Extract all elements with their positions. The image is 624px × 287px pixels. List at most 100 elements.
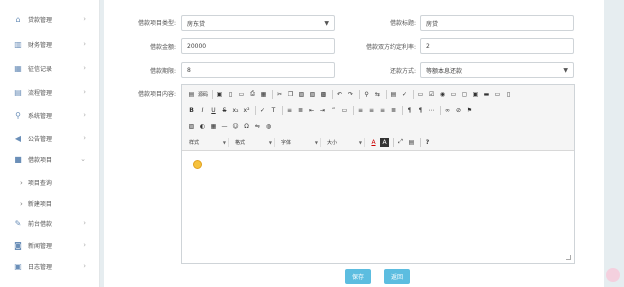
undo-icon[interactable]: ↶ — [335, 90, 344, 99]
find-icon[interactable]: ⚲ — [362, 90, 371, 99]
anchor-icon[interactable]: ⚑ — [465, 106, 474, 115]
repay-method-select[interactable]: 等额本息还款 ▼ — [420, 62, 574, 78]
resize-handle[interactable] — [566, 255, 571, 260]
loan-term-input[interactable]: 8 — [181, 62, 335, 78]
page-break-icon[interactable]: ⇋ — [253, 122, 262, 131]
hidden-field-icon[interactable]: ▯ — [504, 90, 513, 99]
italic-icon[interactable]: I — [198, 106, 207, 115]
strike-icon[interactable]: S — [220, 106, 229, 115]
remove-format-icon[interactable]: ✓ — [258, 106, 267, 115]
blockquote-icon[interactable]: ” — [329, 106, 338, 115]
cut-icon[interactable]: ✂ — [275, 90, 284, 99]
sidebar-item-news[interactable]: ◙ 新闻管理 › — [0, 234, 100, 257]
caret-down-icon: ▼ — [563, 67, 568, 74]
sidebar-item-label: 贷款管理 — [28, 17, 53, 24]
format-combo[interactable]: 格式 ▼ — [233, 137, 275, 147]
sidebar-item-process[interactable]: ▤ 流程管理 › — [0, 81, 100, 104]
new-page-icon[interactable]: ▯ — [226, 90, 235, 99]
text-color-icon[interactable]: A — [369, 138, 378, 147]
smiley-icon[interactable]: ☺ — [231, 122, 240, 131]
sidebar-item-log[interactable]: ▣ 日志管理 › — [0, 255, 100, 278]
iframe-icon[interactable]: ◍ — [264, 122, 273, 131]
print-icon[interactable]: ⎙ — [248, 90, 257, 99]
chevron-right-icon: › — [83, 15, 86, 23]
numbered-list-icon[interactable]: ≡ — [285, 106, 294, 115]
superscript-icon[interactable]: x² — [242, 106, 251, 115]
maximize-icon[interactable]: ⤢ — [396, 138, 405, 147]
font-combo[interactable]: 字体 ▼ — [279, 137, 321, 147]
sidebar-item-loan-management[interactable]: ⌂ 贷款管理 › — [0, 8, 100, 31]
form-icon[interactable]: ▭ — [416, 90, 425, 99]
checkbox-icon[interactable]: ☑ — [427, 90, 436, 99]
justify-icon[interactable]: ≣ — [389, 106, 398, 115]
help-icon[interactable]: ? — [423, 138, 432, 147]
loan-term-value: 8 — [187, 66, 191, 74]
save-button[interactable]: 保存 — [345, 269, 371, 284]
source-button[interactable]: 源码 — [198, 91, 208, 98]
horizontal-rule-icon[interactable]: — — [220, 122, 229, 131]
loan-title-input[interactable]: 房贷 — [420, 15, 574, 31]
save-icon[interactable]: ▣ — [215, 90, 224, 99]
bullet-list-icon[interactable]: ≣ — [296, 106, 305, 115]
clear-format-icon[interactable]: T — [269, 106, 278, 115]
rtl-icon[interactable]: ¶ — [416, 106, 425, 115]
show-blocks-icon[interactable]: ▤ — [407, 138, 416, 147]
spellcheck-icon[interactable]: ✓ — [400, 90, 409, 99]
rate-input[interactable]: 2 — [420, 38, 574, 54]
select-field-icon[interactable]: ▣ — [471, 90, 480, 99]
sidebar-subitem-project-query[interactable]: › 项目查询 — [0, 172, 100, 193]
div-icon[interactable]: ▭ — [340, 106, 349, 115]
repay-method-value: 等额本息还款 — [426, 67, 463, 75]
textfield-icon[interactable]: ▭ — [449, 90, 458, 99]
textarea-icon[interactable]: ▢ — [460, 90, 469, 99]
back-button[interactable]: 返回 — [384, 269, 410, 284]
replace-icon[interactable]: ⇆ — [373, 90, 382, 99]
align-left-icon[interactable]: ≡ — [356, 106, 365, 115]
paste-word-icon[interactable]: ▩ — [319, 90, 328, 99]
flash-icon[interactable]: ◐ — [198, 122, 207, 131]
copy-icon[interactable]: ❐ — [286, 90, 295, 99]
sidebar-item-loan-project[interactable]: ■ 借款项目 ⌄ — [0, 148, 100, 171]
source-icon[interactable]: ▤ — [187, 90, 196, 99]
sidebar-item-system[interactable]: ⚲ 系统管理 › — [0, 104, 100, 127]
outdent-icon[interactable]: ⇤ — [307, 106, 316, 115]
template-icon[interactable]: ▦ — [259, 90, 268, 99]
tiles-icon: ■ — [14, 155, 22, 164]
bold-icon[interactable]: B — [187, 106, 196, 115]
chevron-right-icon: › — [20, 199, 23, 208]
rich-text-editor[interactable]: ▤ 源码 ▣ ▯ ▭ ⎙ ▦ ✂ ❐ ▨ ▧ ▩ ↶ ↷ ⚲ ⇆ ▤ ✓ ▭ ☑… — [181, 84, 575, 264]
loan-amount-input[interactable]: 20000 — [181, 38, 335, 54]
special-char-icon[interactable]: Ω — [242, 122, 251, 131]
link-icon[interactable]: ∞ — [443, 106, 452, 115]
redo-icon[interactable]: ↷ — [346, 90, 355, 99]
sidebar-item-credit[interactable]: ▦ 征信记录 › — [0, 57, 100, 80]
align-right-icon[interactable]: ≡ — [378, 106, 387, 115]
image-icon[interactable]: ▨ — [187, 122, 196, 131]
sidebar-item-front-loan[interactable]: ✎ 前台借款 › — [0, 212, 100, 235]
language-icon[interactable]: ⋯ — [427, 106, 436, 115]
font-combo-label: 字体 — [281, 139, 292, 146]
sidebar-item-finance[interactable]: ▥ 财务管理 › — [0, 33, 100, 56]
bg-color-icon[interactable]: A — [380, 137, 389, 147]
preview-icon[interactable]: ▭ — [237, 90, 246, 99]
ltr-icon[interactable]: ¶ — [405, 106, 414, 115]
paste-icon[interactable]: ▨ — [297, 90, 306, 99]
paste-text-icon[interactable]: ▧ — [308, 90, 317, 99]
align-center-icon[interactable]: ≡ — [367, 106, 376, 115]
size-combo[interactable]: 大小 ▼ — [325, 137, 365, 147]
underline-icon[interactable]: U — [209, 106, 218, 115]
select-all-icon[interactable]: ▤ — [389, 90, 398, 99]
styles-combo[interactable]: 样式 ▼ — [187, 137, 229, 147]
unlink-icon[interactable]: ⊘ — [454, 106, 463, 115]
indent-icon[interactable]: ⇥ — [318, 106, 327, 115]
toolbar-divider — [282, 105, 283, 115]
subscript-icon[interactable]: x₂ — [231, 106, 240, 115]
button-field-icon[interactable]: ▬ — [482, 90, 491, 99]
chevron-right-icon: › — [83, 262, 86, 270]
image-button-icon[interactable]: ▭ — [493, 90, 502, 99]
radio-icon[interactable]: ◉ — [438, 90, 447, 99]
sidebar-subitem-new-project[interactable]: › 新建项目 — [0, 193, 100, 214]
loan-type-select[interactable]: 房东贷 ▼ — [181, 15, 335, 31]
sidebar-item-notice[interactable]: ◀ 公告管理 › — [0, 127, 100, 150]
table-icon[interactable]: ▦ — [209, 122, 218, 131]
